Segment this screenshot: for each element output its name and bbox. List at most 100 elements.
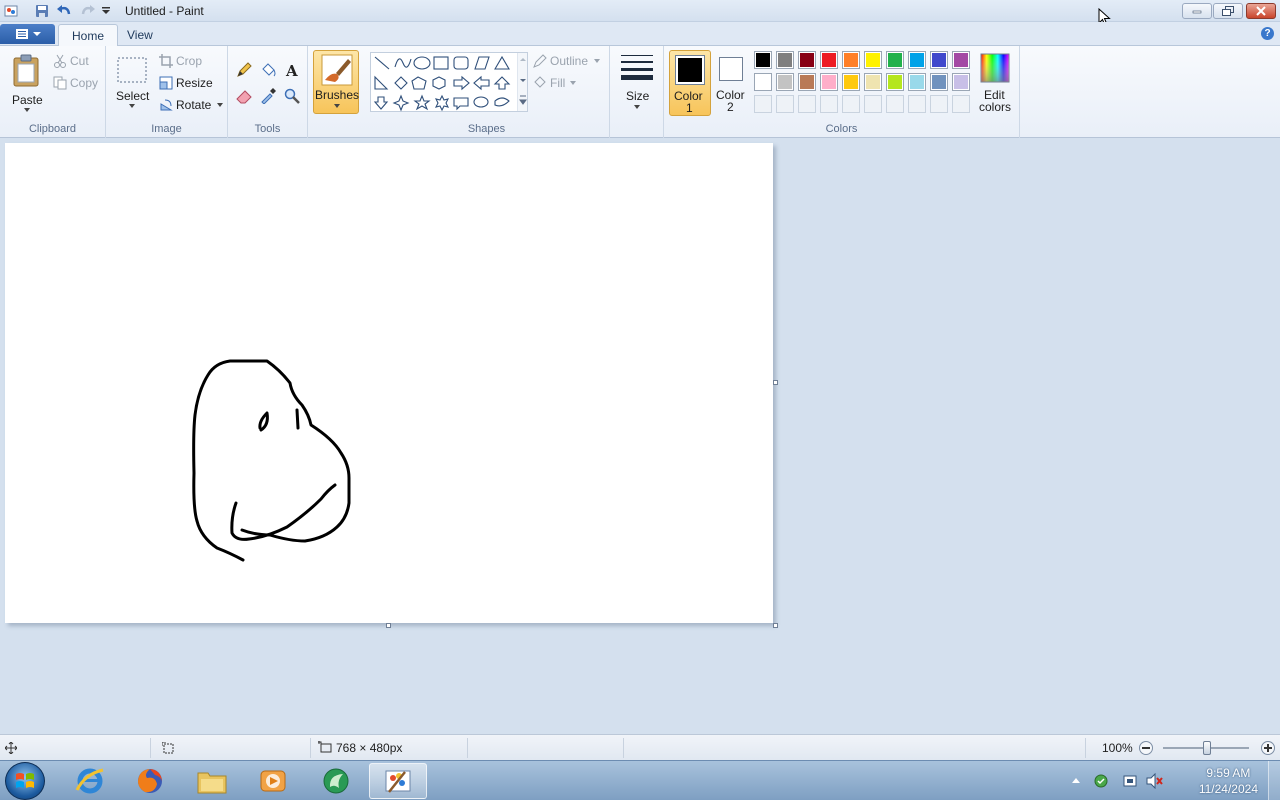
copy-icon: [52, 75, 68, 91]
redo-icon[interactable]: [80, 3, 96, 19]
file-menu-button[interactable]: [0, 24, 55, 44]
magnifier-icon[interactable]: [282, 86, 302, 106]
show-hidden-icons-icon[interactable]: [1072, 777, 1080, 783]
drawing-canvas[interactable]: [5, 143, 773, 623]
palette-swatch-ffc90e[interactable]: [842, 73, 860, 91]
palette-swatch-a349a4[interactable]: [952, 51, 970, 69]
palette-swatch-99d9ea[interactable]: [908, 73, 926, 91]
color2-swatch: [719, 57, 743, 81]
select-button[interactable]: Select: [112, 52, 152, 116]
taskbar-clock[interactable]: 9:59 AM 11/24/2024: [1199, 765, 1258, 797]
taskbar-paint[interactable]: [369, 763, 427, 799]
edit-colors-button[interactable]: Edit colors: [976, 50, 1016, 116]
palette-swatch-empty[interactable]: [908, 95, 926, 113]
color-picker-icon[interactable]: [258, 86, 278, 106]
volume-muted-icon[interactable]: [1146, 773, 1164, 789]
palette-swatch-fff200[interactable]: [864, 51, 882, 69]
outline-button[interactable]: Outline: [532, 53, 604, 71]
resize-button[interactable]: Resize: [158, 75, 224, 93]
copy-button[interactable]: Copy: [52, 75, 102, 93]
help-icon[interactable]: ?: [1261, 27, 1274, 40]
tab-home[interactable]: Home: [58, 24, 119, 46]
zoom-slider[interactable]: [1163, 741, 1249, 755]
palette-swatch-c3c3c3[interactable]: [776, 73, 794, 91]
rotate-button[interactable]: Rotate: [158, 97, 224, 115]
brushes-button[interactable]: Brushes: [313, 50, 359, 114]
palette-swatch-000000[interactable]: [754, 51, 772, 69]
minimize-button[interactable]: [1182, 3, 1212, 19]
colors-group-label: Colors: [825, 123, 858, 135]
undo-icon[interactable]: [56, 3, 72, 19]
palette-swatch-7092be[interactable]: [930, 73, 948, 91]
crop-button[interactable]: Crop: [158, 53, 224, 71]
palette-swatch-00a2e8[interactable]: [908, 51, 926, 69]
pencil-icon[interactable]: [234, 60, 254, 80]
taskbar-internet-explorer[interactable]: [61, 763, 119, 799]
action-center-flag-icon[interactable]: [1122, 773, 1138, 789]
cursor-position-icon: [5, 742, 17, 754]
palette-swatch-ed1c24[interactable]: [820, 51, 838, 69]
palette-swatch-ff7f27[interactable]: [842, 51, 860, 69]
palette-swatch-7f7f7f[interactable]: [776, 51, 794, 69]
image-size-icon: [318, 741, 332, 753]
palette-swatch-empty[interactable]: [798, 95, 816, 113]
start-button[interactable]: [5, 762, 45, 800]
canvas-workspace[interactable]: [0, 138, 1280, 734]
restore-button[interactable]: [1213, 3, 1243, 19]
palette-swatch-empty[interactable]: [842, 95, 860, 113]
text-tool-icon[interactable]: A: [282, 60, 302, 80]
palette-swatch-22b14c[interactable]: [886, 51, 904, 69]
taskbar-firefox[interactable]: [121, 763, 179, 799]
save-icon[interactable]: [34, 3, 50, 19]
taskbar-media-center[interactable]: [307, 763, 365, 799]
palette-swatch-empty[interactable]: [952, 95, 970, 113]
size-button[interactable]: Size: [616, 50, 658, 116]
rotate-label: Rotate: [176, 98, 212, 112]
chevron-down-icon: [24, 108, 30, 112]
resize-handle-right[interactable]: [773, 380, 778, 385]
close-button[interactable]: [1246, 3, 1276, 19]
zoom-slider-thumb[interactable]: [1203, 741, 1211, 755]
shapes-gallery-scroll[interactable]: [517, 53, 527, 111]
zoom-in-button[interactable]: [1261, 741, 1275, 755]
palette-swatch-b97a57[interactable]: [798, 73, 816, 91]
tab-view[interactable]: View: [114, 24, 166, 46]
zoom-out-button[interactable]: [1139, 741, 1153, 755]
clipboard-group-label: Clipboard: [28, 123, 77, 135]
color2-button[interactable]: Color 2: [714, 50, 750, 116]
chevron-down-icon: [594, 59, 600, 63]
cut-button[interactable]: Cut: [52, 53, 102, 71]
eraser-icon[interactable]: [234, 86, 254, 106]
image-group-label: Image: [151, 123, 182, 135]
palette-swatch-3f48cc[interactable]: [930, 51, 948, 69]
palette-swatch-c8bfe7[interactable]: [952, 73, 970, 91]
palette-swatch-empty[interactable]: [776, 95, 794, 113]
shapes-gallery[interactable]: [370, 52, 528, 112]
palette-swatch-empty[interactable]: [864, 95, 882, 113]
palette-swatch-ffffff[interactable]: [754, 73, 772, 91]
palette-swatch-empty[interactable]: [886, 95, 904, 113]
system-tray-app-icon[interactable]: [1093, 773, 1109, 789]
close-icon: [1256, 6, 1266, 16]
taskbar-media-player[interactable]: [244, 763, 302, 799]
resize-handle-bottom[interactable]: [386, 623, 391, 628]
paint-app-icon[interactable]: [3, 3, 19, 19]
palette-swatch-ffaec9[interactable]: [820, 73, 838, 91]
fill-bucket-icon[interactable]: [258, 60, 278, 80]
customize-quick-access-icon[interactable]: [98, 3, 114, 19]
brushes-label: Brushes: [315, 88, 360, 102]
palette-swatch-b5e61d[interactable]: [886, 73, 904, 91]
palette-swatch-efe4b0[interactable]: [864, 73, 882, 91]
palette-swatch-empty[interactable]: [820, 95, 838, 113]
palette-swatch-880015[interactable]: [798, 51, 816, 69]
palette-swatch-empty[interactable]: [930, 95, 948, 113]
paste-button[interactable]: Paste: [6, 50, 48, 116]
resize-handle-corner[interactable]: [773, 623, 778, 628]
palette-swatch-empty[interactable]: [754, 95, 772, 113]
plus-icon: [1264, 744, 1272, 752]
fill-button[interactable]: Fill: [532, 75, 604, 93]
color1-button[interactable]: Color 1: [669, 50, 711, 116]
clipboard-icon: [13, 54, 39, 87]
taskbar-file-explorer[interactable]: [183, 763, 241, 799]
show-desktop-button[interactable]: [1268, 761, 1280, 800]
